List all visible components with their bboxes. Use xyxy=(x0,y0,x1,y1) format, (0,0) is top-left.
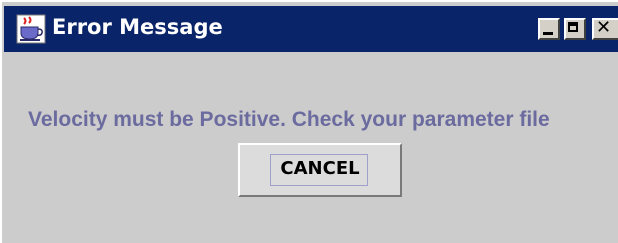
maximize-button[interactable] xyxy=(564,18,586,40)
maximize-icon xyxy=(568,22,578,32)
close-button[interactable]: ✕ xyxy=(592,17,618,40)
cancel-button-label: CANCEL xyxy=(280,158,360,179)
window-title: Error Message xyxy=(52,15,223,39)
close-icon: ✕ xyxy=(596,17,612,38)
title-bar[interactable]: Error Message ✕ xyxy=(4,6,618,52)
java-cup-icon xyxy=(16,14,46,44)
cancel-button[interactable]: CANCEL xyxy=(238,143,402,197)
minimize-icon xyxy=(543,32,553,35)
minimize-button[interactable] xyxy=(538,18,560,40)
error-dialog-window: Error Message ✕ Velocity must be Positiv… xyxy=(0,0,618,243)
error-message-text: Velocity must be Positive. Check your pa… xyxy=(28,108,550,131)
